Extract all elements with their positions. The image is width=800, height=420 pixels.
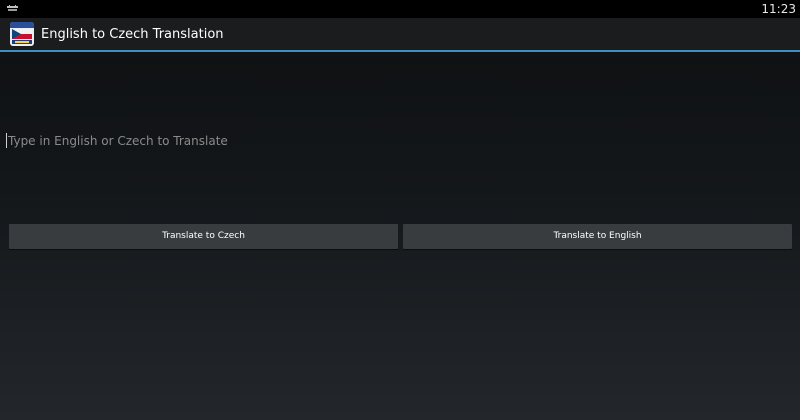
flag-book-icon [10, 22, 34, 46]
translate-to-czech-button[interactable]: Translate to Czech [9, 224, 398, 249]
status-time: 11:23 [761, 2, 796, 16]
app-screen: 11:23 English to Czech Translation Trans… [0, 0, 800, 420]
app-title: English to Czech Translation [41, 27, 224, 42]
action-bar-divider [0, 50, 800, 52]
status-bar: 11:23 [0, 0, 800, 18]
app-icon[interactable] [10, 22, 34, 46]
translate-input[interactable] [6, 128, 788, 154]
android-debug-icon [7, 5, 18, 11]
translate-to-english-button[interactable]: Translate to English [403, 224, 792, 249]
